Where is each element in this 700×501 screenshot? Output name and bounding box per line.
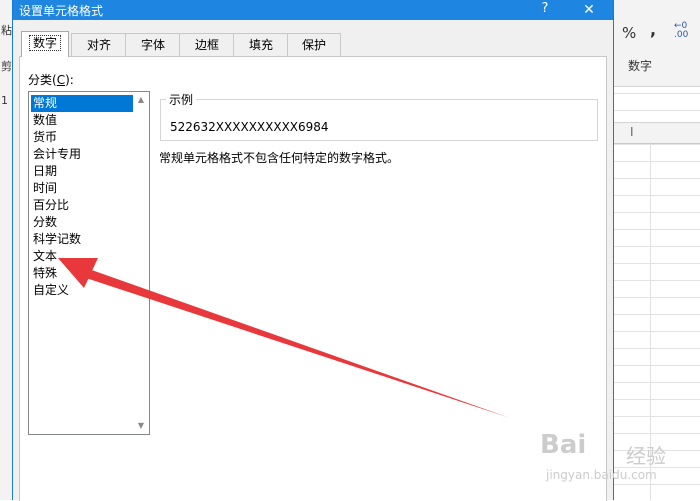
scroll-down-icon[interactable]: ▼	[134, 419, 148, 433]
row-number-fragment: 1	[1, 94, 8, 107]
category-item-number[interactable]: 数值	[31, 112, 133, 129]
tab-strip: 数字 对齐 字体 边框 填充 保护	[19, 31, 609, 57]
category-item-scientific[interactable]: 科学记数	[31, 231, 133, 248]
tab-font-label: 字体	[140, 38, 165, 52]
grid-column-line	[650, 142, 651, 500]
paste-fragment: 粘	[1, 24, 12, 37]
tab-protection-label: 保护	[301, 38, 326, 52]
increase-decimal-bottom: .00	[674, 30, 689, 40]
tab-border-label: 边框	[194, 38, 219, 52]
sample-value: 522632XXXXXXXXXX6984	[170, 120, 329, 134]
category-item-accounting[interactable]: 会计专用	[31, 146, 133, 163]
category-item-percentage[interactable]: 百分比	[31, 197, 133, 214]
category-item-time[interactable]: 时间	[31, 180, 133, 197]
clipboard-fragment: 剪	[1, 60, 12, 73]
tab-alignment[interactable]: 对齐	[71, 33, 127, 57]
column-header-label: I	[630, 125, 634, 139]
tab-number[interactable]: 数字	[21, 31, 69, 57]
sheet-grid[interactable]: I	[612, 86, 700, 500]
category-item-text[interactable]: 文本	[31, 248, 133, 265]
increase-decimal-button[interactable]: ←0 .00	[674, 22, 688, 40]
category-item-fraction[interactable]: 分数	[31, 214, 133, 231]
ribbon-number-group: % , ←0 .00 数字	[612, 0, 700, 87]
category-label-text: 分类(	[28, 73, 57, 87]
category-list[interactable]: 常规 数值 货币 会计专用 日期 时间 百分比 分数 科学记数 文本 特殊 自定…	[28, 91, 150, 435]
scroll-up-icon[interactable]: ▲	[134, 93, 148, 107]
dialog-title: 设置单元格格式	[19, 4, 104, 18]
category-item-date[interactable]: 日期	[31, 163, 133, 180]
format-cells-dialog: 设置单元格格式 ? ✕ 数字 对齐 字体 边框 填充 保护 分类(C): 常规 …	[12, 0, 614, 501]
tab-font[interactable]: 字体	[125, 33, 181, 57]
tab-fill[interactable]: 填充	[233, 33, 289, 57]
category-hotkey: C	[56, 73, 66, 87]
tab-number-label: 数字	[28, 35, 61, 51]
percent-style-button[interactable]: %	[622, 24, 636, 42]
category-item-special[interactable]: 特殊	[31, 265, 133, 282]
comma-style-button[interactable]: ,	[650, 20, 656, 39]
sample-legend: 示例	[166, 91, 197, 108]
tab-fill-label: 填充	[248, 38, 273, 52]
close-button[interactable]: ✕	[569, 0, 609, 20]
ribbon-group-label: 数字	[628, 59, 653, 73]
column-header[interactable]: I	[612, 122, 700, 144]
format-description: 常规单元格格式不包含任何特定的数字格式。	[159, 151, 400, 165]
category-item-currency[interactable]: 货币	[31, 129, 133, 146]
number-tab-panel: 分类(C): 常规 数值 货币 会计专用 日期 时间 百分比 分数 科学记数 文…	[19, 56, 607, 501]
category-item-custom[interactable]: 自定义	[31, 282, 133, 299]
tab-border[interactable]: 边框	[179, 33, 235, 57]
category-item-general[interactable]: 常规	[31, 95, 133, 112]
tab-protection[interactable]: 保护	[287, 33, 341, 57]
help-button[interactable]: ?	[535, 1, 555, 19]
category-label: 分类(C):	[28, 71, 74, 88]
category-label-end: ):	[65, 73, 74, 87]
dialog-titlebar[interactable]: 设置单元格格式 ? ✕	[13, 0, 613, 20]
tab-alignment-label: 对齐	[86, 38, 111, 52]
